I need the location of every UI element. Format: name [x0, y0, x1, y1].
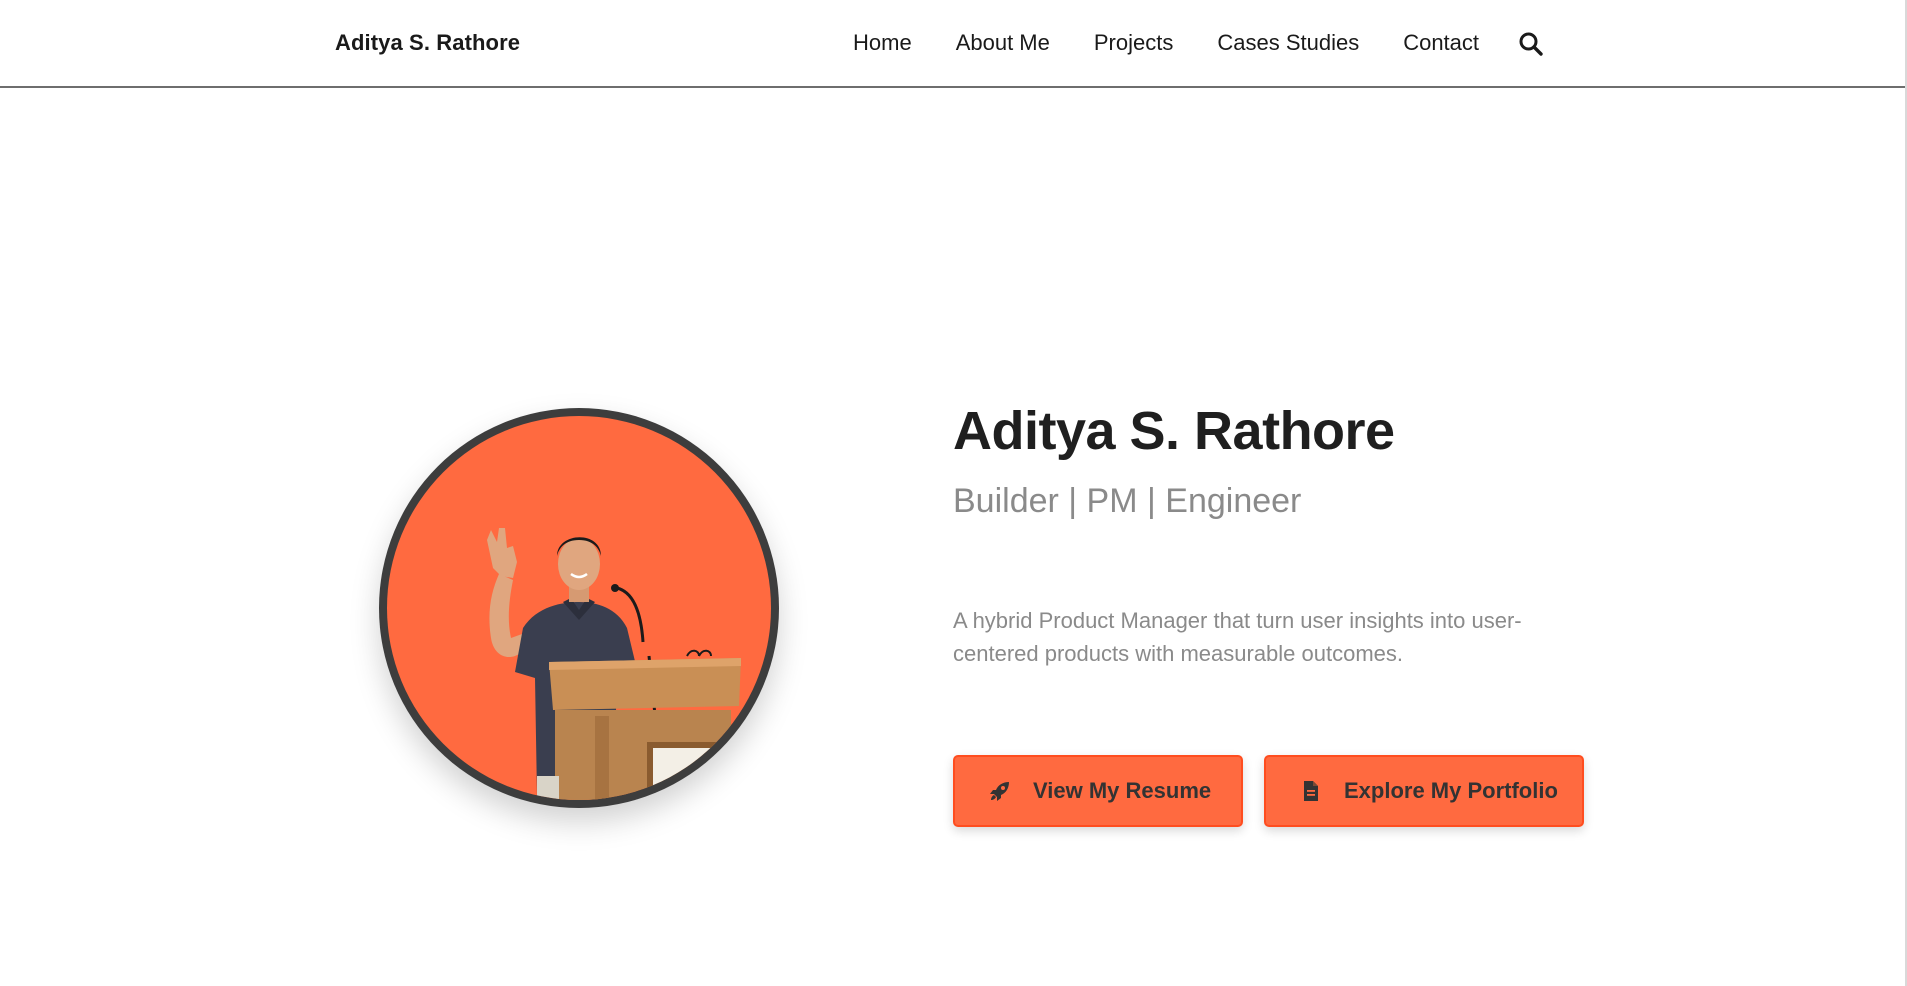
profile-photo-frame: [379, 408, 779, 808]
nav-link-projects[interactable]: Projects: [1094, 30, 1173, 56]
view-resume-button-label: View My Resume: [1033, 778, 1212, 803]
nav-link-about-me[interactable]: About Me: [956, 30, 1050, 56]
explore-portfolio-button-label: Explore My Portfolio: [1344, 778, 1558, 803]
nav-link-case-studies[interactable]: Cases Studies: [1217, 30, 1359, 56]
hero-role-subtitle: Builder | PM | Engineer: [953, 482, 1302, 520]
hero-description: A hybrid Product Manager that turn user …: [953, 608, 1522, 666]
explore-portfolio-button[interactable]: Explore My Portfolio: [1264, 755, 1584, 827]
search-icon[interactable]: [1518, 31, 1544, 57]
brand-logo-text[interactable]: Aditya S. Rathore: [335, 30, 520, 56]
hero-name-heading: Aditya S. Rathore: [953, 401, 1395, 461]
nav-link-home[interactable]: Home: [853, 30, 912, 56]
view-resume-button[interactable]: View My Resume: [953, 755, 1243, 827]
top-navbar: Aditya S. Rathore Home About Me Projects…: [0, 0, 1907, 88]
nav-link-contact[interactable]: Contact: [1403, 30, 1479, 56]
rocket-icon: [989, 780, 1011, 802]
document-icon: [1300, 780, 1322, 802]
nav-links: Home About Me Projects Cases Studies Con…: [853, 30, 1479, 56]
profile-photo: [387, 416, 771, 800]
